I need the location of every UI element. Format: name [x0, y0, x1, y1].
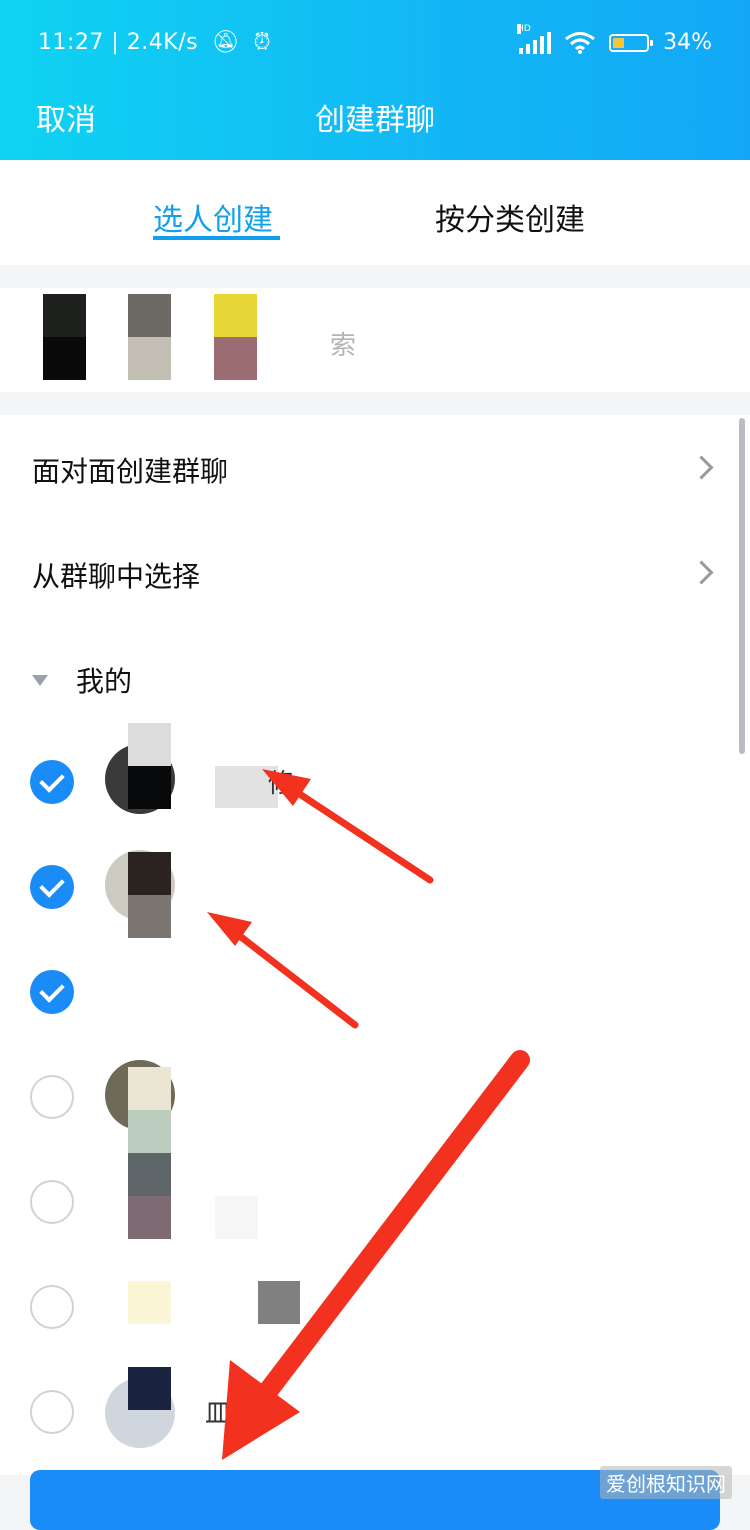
contact-checkbox[interactable]: [30, 970, 74, 1014]
name-mosaic: [258, 1281, 300, 1324]
contact-checkbox[interactable]: [30, 1180, 74, 1224]
signal-icon: HD: [517, 23, 552, 54]
contact-checkbox[interactable]: [30, 1285, 74, 1329]
collapse-triangle-icon: [32, 674, 48, 686]
selected-avatar-chip-lower: [214, 337, 257, 380]
contact-checkbox[interactable]: [30, 760, 74, 804]
tab-select-people[interactable]: 选人创建: [153, 195, 273, 239]
avatar-mosaic: [128, 1153, 171, 1196]
contact-checkbox[interactable]: [30, 1390, 74, 1434]
name-mosaic: [215, 1196, 258, 1239]
avatar-mosaic: [128, 723, 171, 766]
list-scrollbar[interactable]: [739, 418, 745, 754]
wifi-icon: [565, 31, 596, 54]
avatar-mosaic: [128, 1196, 171, 1239]
battery-icon: [609, 33, 654, 52]
avatar-mosaic: [128, 1281, 171, 1324]
status-time: 11:27 | 2.4K/s 🔕︎ ⏰︎: [38, 30, 271, 55]
avatar-mosaic: [128, 1067, 171, 1110]
page-title: 创建群聊: [315, 103, 435, 138]
network-label: HD: [517, 23, 531, 34]
avatar-mosaic: [128, 1110, 171, 1153]
select-from-group-chats-item[interactable]: 从群聊中选择: [32, 555, 200, 595]
selected-avatar-chip[interactable]: [128, 294, 171, 337]
selected-avatar-chip-lower: [43, 337, 86, 380]
selected-avatar-chip-lower: [128, 337, 171, 380]
selected-avatar-chip[interactable]: [214, 294, 257, 337]
avatar-mosaic: [128, 766, 171, 809]
active-tab-indicator: [153, 236, 280, 240]
tab-by-category[interactable]: 按分类创建: [435, 195, 585, 239]
contact-name[interactable]: 皿: [205, 1393, 231, 1430]
search-bar[interactable]: [0, 288, 750, 392]
avatar-mosaic: [128, 895, 171, 938]
status-time-speed: 11:27 | 2.4K/s: [38, 30, 199, 55]
top-header: 11:27 | 2.4K/s 🔕︎ ⏰︎ HD 34% 取消 创建群聊: [0, 0, 750, 160]
search-input[interactable]: 索: [330, 325, 356, 362]
contact-name[interactable]: 修: [268, 763, 294, 800]
contact-checkbox[interactable]: [30, 1075, 74, 1119]
friend-group-label: 我的: [76, 665, 133, 698]
battery-level: [613, 37, 625, 48]
battery-percent: 34%: [663, 30, 712, 55]
status-indicators: HD 34%: [517, 23, 712, 55]
watermark: 爱创根知识网: [600, 1466, 732, 1499]
contact-checkbox[interactable]: [30, 865, 74, 909]
alarm-icon: ⏰︎: [253, 30, 272, 55]
selected-avatar-chip[interactable]: [43, 294, 86, 337]
face-to-face-create-item[interactable]: 面对面创建群聊: [32, 450, 228, 490]
avatar-mosaic: [128, 1367, 171, 1410]
mute-bell-icon: 🔕︎: [211, 30, 241, 55]
friend-group-header[interactable]: 我的: [32, 660, 132, 700]
avatar-mosaic: [128, 852, 171, 895]
create-mode-tabs: 选人创建 按分类创建: [0, 160, 750, 265]
